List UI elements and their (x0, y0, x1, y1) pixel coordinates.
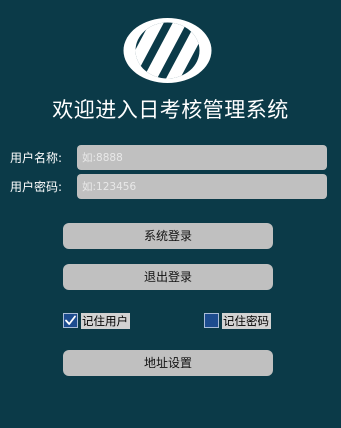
logout-button[interactable]: 退出登录 (63, 264, 273, 290)
checkbox-box[interactable] (63, 313, 78, 328)
username-input[interactable] (77, 145, 327, 170)
username-label: 用户名称: (10, 151, 63, 165)
page-title: 欢迎进入日考核管理系统 (52, 98, 289, 122)
address-settings-button[interactable]: 地址设置 (63, 350, 273, 376)
password-input[interactable] (77, 174, 327, 199)
app-logo-icon (123, 18, 212, 83)
remember-password-label: 记住密码 (222, 312, 271, 329)
password-label: 用户密码: (10, 180, 63, 194)
checkmark-icon (65, 315, 76, 325)
remember-user-checkbox[interactable]: 记住用户 (63, 312, 130, 329)
login-button[interactable]: 系统登录 (63, 223, 273, 249)
remember-user-label: 记住用户 (81, 312, 130, 329)
checkbox-box[interactable] (204, 313, 219, 328)
remember-password-checkbox[interactable]: 记住密码 (204, 312, 271, 329)
login-screen: { "app": { "logo_icon": "diagonal-stripe… (0, 0, 341, 428)
